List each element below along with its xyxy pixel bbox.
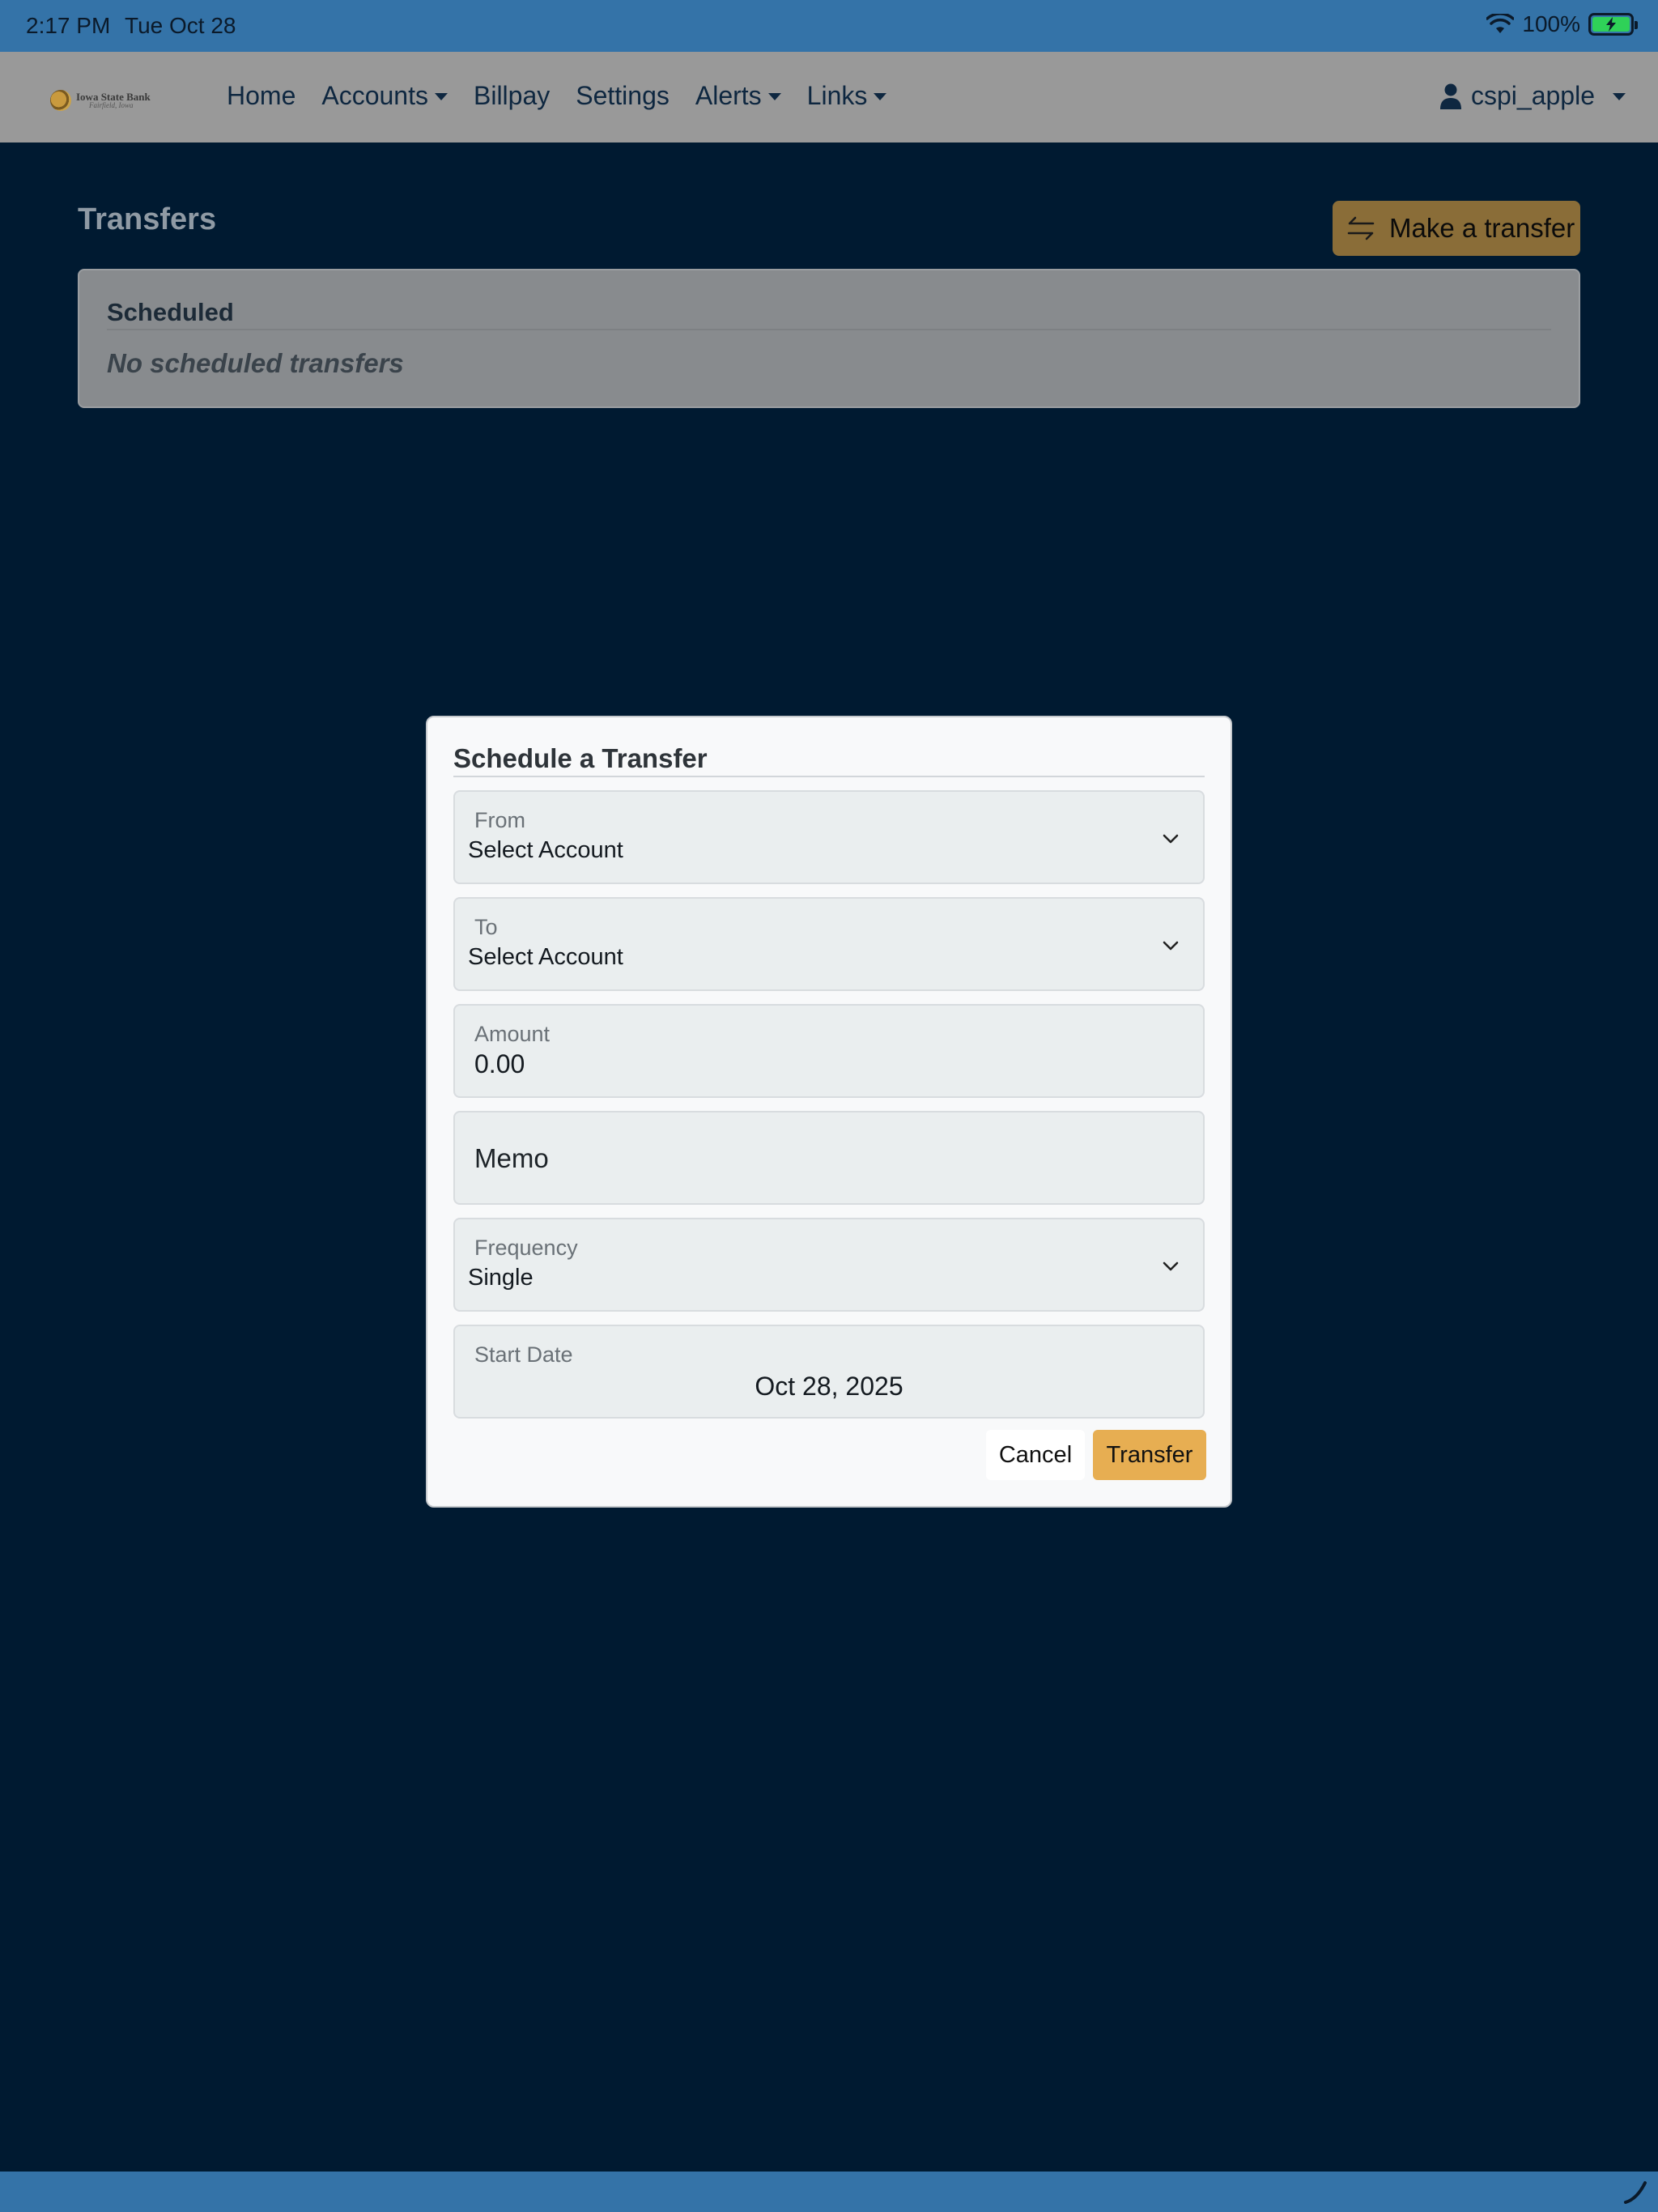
nav-home-label: Home (227, 81, 296, 110)
chevron-down-icon (1163, 1261, 1179, 1271)
nav-billpay[interactable]: Billpay (474, 81, 550, 111)
user-menu[interactable]: cspi_apple (1440, 81, 1626, 111)
frequency-label: Frequency (474, 1236, 578, 1260)
nav-accounts-label: Accounts (321, 81, 428, 110)
caret-down-icon (874, 93, 887, 100)
caret-down-icon (434, 93, 448, 100)
user-icon (1440, 83, 1461, 109)
schedule-transfer-modal: Schedule a Transfer From Select Account … (426, 716, 1232, 1508)
chevron-down-icon (1163, 834, 1179, 844)
divider (107, 329, 1551, 330)
make-transfer-label: Make a transfer (1389, 213, 1575, 243)
resize-handle-icon[interactable] (1622, 2178, 1650, 2206)
start-date-label: Start Date (474, 1342, 573, 1367)
battery-icon (1588, 13, 1638, 36)
nav-settings[interactable]: Settings (576, 81, 670, 111)
amount-value: 0.00 (474, 1049, 525, 1078)
make-transfer-button[interactable]: Make a transfer (1333, 201, 1580, 256)
scheduled-heading: Scheduled (107, 298, 234, 326)
nav-alerts-label: Alerts (695, 81, 762, 110)
status-bar: 2:17 PM Tue Oct 28 100% (0, 0, 1658, 52)
scheduled-card: Scheduled No scheduled transfers (78, 269, 1580, 408)
status-date: Tue Oct 28 (125, 13, 236, 38)
wifi-icon (1486, 14, 1515, 33)
from-value: Select Account (468, 837, 623, 863)
battery-percent: 100% (1522, 11, 1580, 36)
bank-logo-mark (50, 90, 71, 111)
start-date-value: Oct 28, 2025 (755, 1372, 903, 1401)
modal-title: Schedule a Transfer (453, 743, 708, 773)
nav-home[interactable]: Home (227, 81, 295, 111)
nav-links-label: Links (806, 81, 868, 110)
amount-label: Amount (474, 1022, 551, 1046)
nav-links[interactable]: Links (807, 81, 887, 111)
start-date-field[interactable]: Start Date Oct 28, 2025 (453, 1325, 1205, 1419)
frequency-select[interactable]: Frequency Single (453, 1218, 1205, 1312)
to-label: To (474, 915, 498, 939)
bank-logo-location: Fairfield, Iowa (89, 101, 134, 109)
nav-settings-label: Settings (576, 81, 670, 110)
from-label: From (474, 808, 525, 832)
bottom-bar (0, 2172, 1658, 2212)
cancel-button[interactable]: Cancel (986, 1430, 1085, 1480)
amount-field[interactable]: Amount 0.00 (453, 1004, 1205, 1098)
nav-billpay-label: Billpay (473, 81, 551, 110)
chevron-down-icon (1163, 941, 1179, 951)
modal-divider (453, 776, 1205, 777)
caret-down-icon (767, 93, 781, 100)
to-account-select[interactable]: To Select Account (453, 897, 1205, 991)
main-nav: Home Accounts Billpay Settings Alerts Li… (227, 81, 887, 111)
transfer-button[interactable]: Transfer (1093, 1430, 1206, 1480)
transfer-arrows-icon (1347, 216, 1375, 240)
empty-state-text: No scheduled transfers (107, 348, 404, 378)
navbar: Iowa State Bank Fairfield, Iowa Home Acc… (0, 52, 1658, 143)
status-right: 100% (1486, 11, 1638, 37)
charging-bolt-icon (1606, 17, 1616, 32)
caret-down-icon (1613, 93, 1626, 100)
memo-field[interactable]: Memo (453, 1111, 1205, 1205)
nav-accounts[interactable]: Accounts (321, 81, 448, 111)
from-account-select[interactable]: From Select Account (453, 790, 1205, 884)
status-time: 2:17 PM (26, 13, 111, 38)
memo-placeholder: Memo (474, 1143, 549, 1173)
page-title: Transfers (78, 202, 217, 236)
to-value: Select Account (468, 944, 623, 970)
nav-alerts[interactable]: Alerts (695, 81, 781, 111)
bank-logo[interactable]: Iowa State Bank Fairfield, Iowa (50, 84, 155, 117)
user-name: cspi_apple (1471, 81, 1595, 110)
frequency-value: Single (468, 1265, 534, 1291)
